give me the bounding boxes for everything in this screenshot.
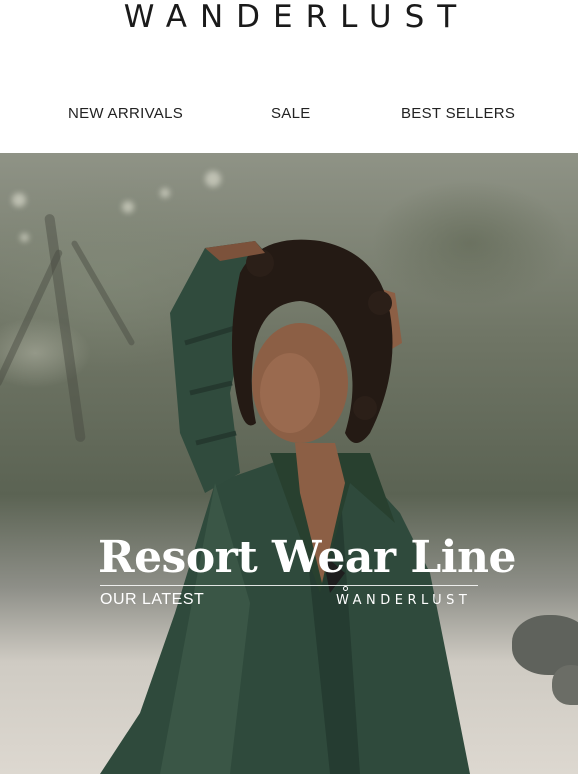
nav-best-sellers[interactable]: BEST SELLERS — [401, 105, 515, 122]
model-photo — [100, 239, 470, 774]
main-nav: NEW ARRIVALS SALE BEST SELLERS — [0, 105, 580, 127]
brand-mark-icon — [343, 586, 348, 591]
hero-banner[interactable]: Resort Wear Line OUR LATEST WANDERLUST — [0, 153, 578, 774]
hero-title: Resort Wear Line — [98, 532, 516, 583]
nav-sale[interactable]: SALE — [271, 105, 311, 122]
nav-new-arrivals[interactable]: NEW ARRIVALS — [68, 105, 183, 122]
hero-brand-wordmark: WANDERLUST — [336, 593, 472, 608]
brand-logo[interactable]: WANDERLUST — [0, 0, 580, 34]
hero-divider — [100, 585, 478, 586]
hero-subtitle: OUR LATEST — [100, 591, 205, 608]
